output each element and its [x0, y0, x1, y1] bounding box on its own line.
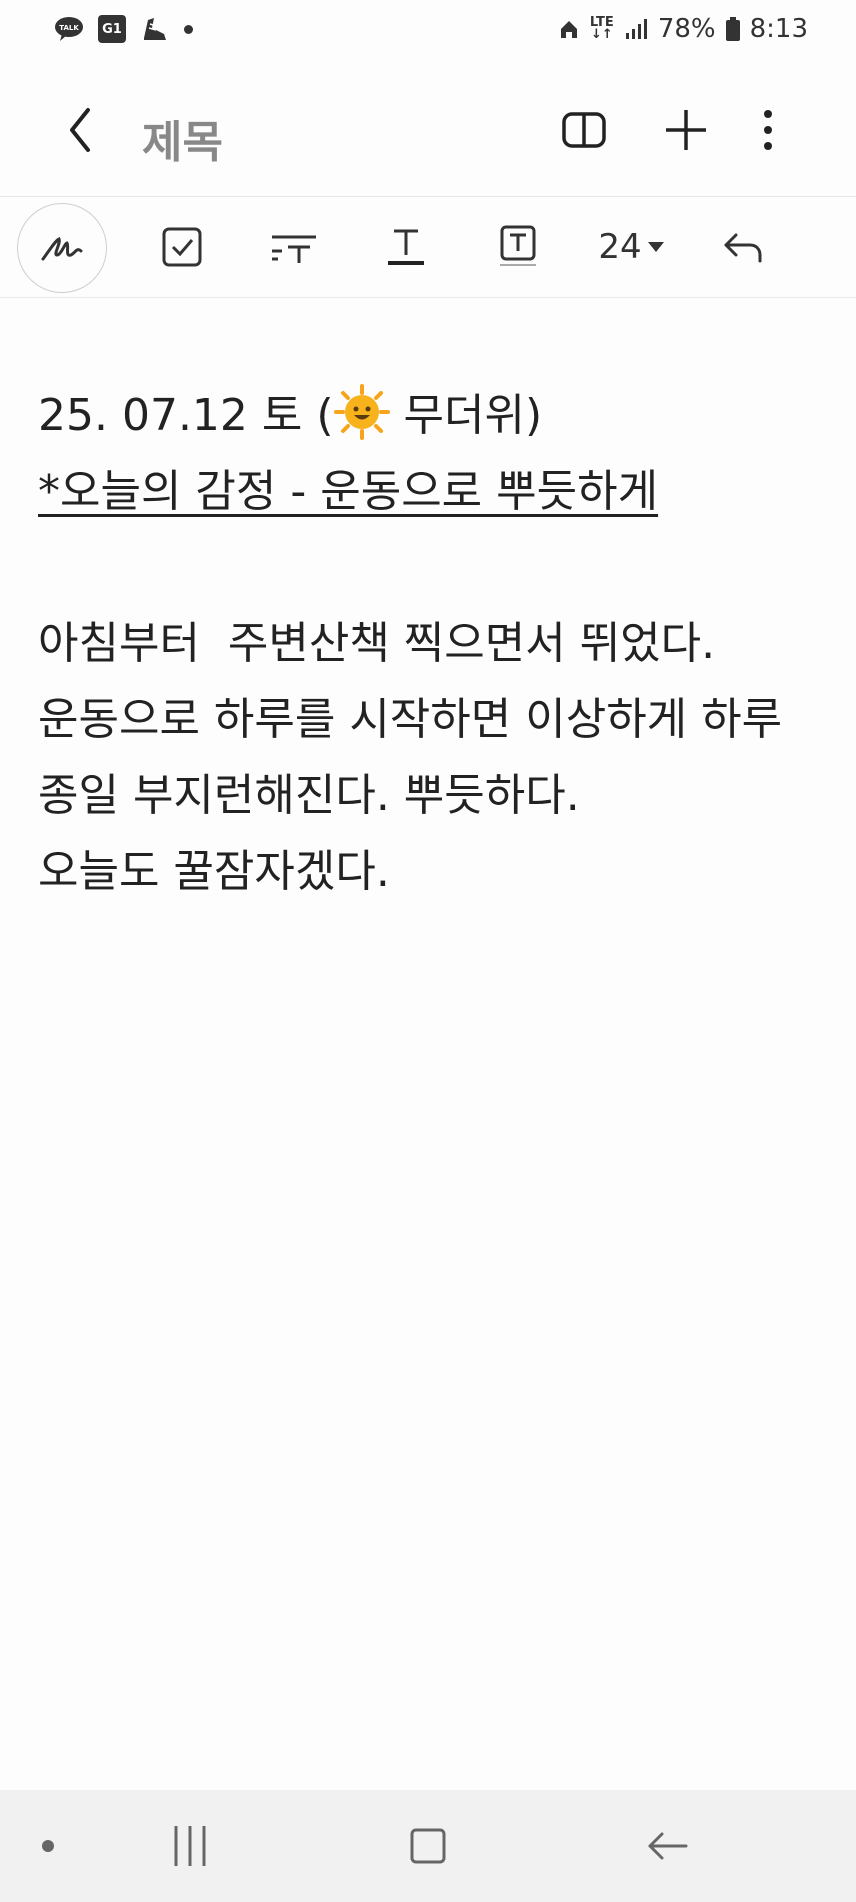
body-line-4: 오늘도 꿀잠자겠다.	[38, 846, 390, 897]
weather-text: 무더위)	[389, 390, 543, 441]
back-nav-icon	[648, 1832, 688, 1860]
g1-icon: G1	[98, 15, 126, 43]
more-icon	[764, 110, 772, 150]
font-size-value: 24	[598, 227, 642, 267]
pen-icon	[41, 236, 83, 261]
back-icon	[70, 108, 90, 152]
text-box-button[interactable]	[480, 209, 556, 285]
status-left: TALK G1	[54, 14, 193, 44]
text-style-button[interactable]	[256, 209, 332, 285]
battery-percent: 78%	[657, 14, 716, 44]
body-line-2: 운동으로 하루를 시작하면 이상하게 하루	[38, 694, 783, 745]
text-box-icon	[500, 225, 536, 266]
notification-dot-icon	[184, 24, 193, 34]
add-icon	[666, 110, 706, 150]
svg-text:TALK: TALK	[59, 24, 79, 32]
battery-icon	[725, 17, 740, 41]
note-body[interactable]: 25. 07.12 토 ( 무더위) *오늘의 감정 - 운동으로 뿌듯하게 아…	[38, 378, 828, 910]
recents-icon	[174, 1826, 206, 1866]
add-button[interactable]	[654, 98, 718, 162]
status-right: LTE ↓↑ 78% 8:13	[558, 14, 808, 44]
home-icon	[560, 21, 577, 38]
body-line-3: 종일 부지런해진다. 뿌듯하다.	[38, 770, 580, 821]
recents-button[interactable]	[160, 1818, 220, 1874]
checkbox-icon	[162, 227, 202, 267]
back-button[interactable]	[60, 98, 110, 162]
underline-text-icon	[388, 229, 424, 265]
font-size-dropdown[interactable]: 24	[588, 209, 674, 285]
dot-icon	[42, 1840, 54, 1852]
text-style-icon	[272, 235, 316, 263]
sun-emoji	[333, 384, 390, 440]
app-bar: 제목	[0, 66, 856, 196]
body-line-1: 아침부터 주변산책 찍으면서 뛰었다.	[38, 618, 716, 669]
status-bar: TALK G1 LTE ↓↑ 78% 8:13	[0, 0, 856, 66]
chevron-down-icon	[647, 242, 664, 252]
note-title[interactable]: 제목	[142, 106, 223, 170]
date-text: 25. 07.12 토 (	[38, 390, 334, 441]
home-button-icon	[410, 1828, 446, 1864]
pen-mode-button[interactable]	[17, 203, 107, 293]
book-view-icon	[562, 112, 606, 148]
checkbox-button[interactable]	[144, 209, 220, 285]
undo-icon	[724, 233, 762, 263]
undo-button[interactable]	[704, 209, 780, 285]
system-navigation-bar	[0, 1790, 856, 1902]
formatting-toolbar: 24	[0, 196, 856, 298]
date-line: 25. 07.12 토 ( 무더위)	[38, 378, 828, 454]
clock: 8:13	[749, 14, 808, 44]
lte-icon: LTE ↓↑	[589, 15, 614, 42]
book-view-button[interactable]	[552, 98, 616, 162]
signal-icon	[625, 19, 647, 39]
home-nav-button[interactable]	[398, 1818, 458, 1874]
more-button[interactable]	[736, 98, 800, 162]
underline-text-button[interactable]	[368, 209, 444, 285]
talk-icon: TALK	[55, 17, 83, 41]
sneaker-icon	[144, 18, 166, 40]
back-nav-button[interactable]	[636, 1818, 700, 1874]
emotion-line: *오늘의 감정 - 운동으로 뿌듯하게	[38, 466, 659, 517]
nav-dot-button[interactable]	[30, 1818, 66, 1874]
